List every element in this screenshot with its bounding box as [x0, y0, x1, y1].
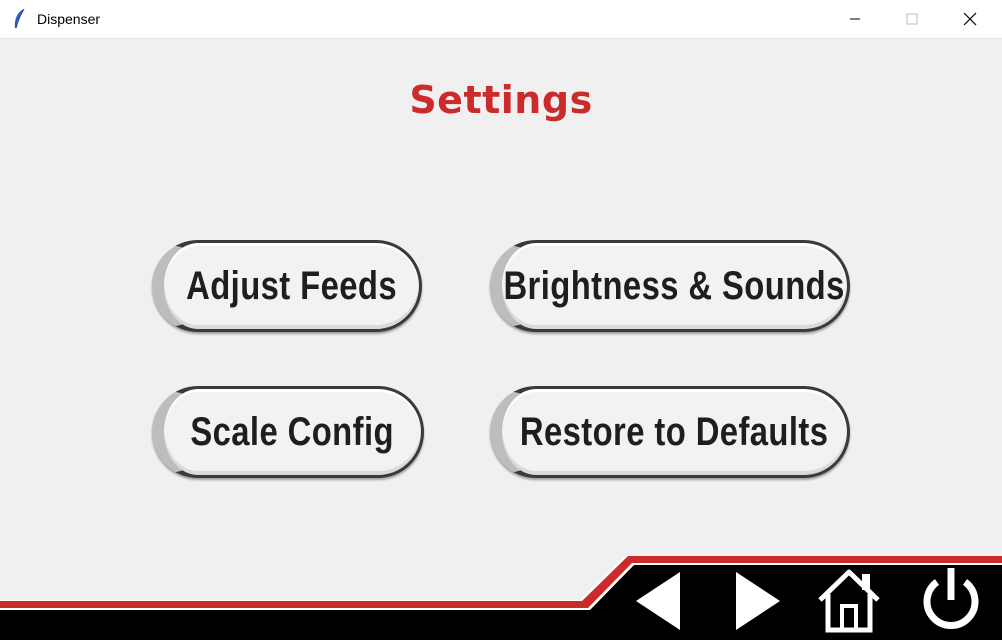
close-button[interactable] — [941, 0, 999, 38]
brightness-sounds-button[interactable]: Brightness & Sounds — [490, 240, 850, 332]
adjust-feeds-button[interactable]: Adjust Feeds — [152, 240, 422, 332]
adjust-feeds-label: Adjust Feeds — [186, 263, 397, 308]
page-title: Settings — [409, 78, 593, 122]
minimize-icon — [850, 18, 860, 20]
brightness-sounds-label: Brightness & Sounds — [503, 263, 846, 308]
minimize-button[interactable] — [826, 0, 884, 38]
power-icon[interactable] — [920, 566, 982, 632]
home-icon[interactable] — [816, 566, 882, 634]
back-arrow-icon[interactable] — [632, 570, 684, 632]
close-icon — [963, 12, 977, 26]
feather-icon — [14, 8, 25, 29]
scale-config-button[interactable]: Scale Config — [152, 386, 424, 478]
window-titlebar: Dispenser — [0, 0, 1002, 39]
scale-config-label: Scale Config — [190, 409, 395, 454]
window-title: Dispenser — [37, 11, 101, 27]
restore-defaults-label: Restore to Defaults — [520, 409, 829, 454]
maximize-icon — [906, 13, 918, 25]
restore-defaults-button[interactable]: Restore to Defaults — [490, 386, 850, 478]
forward-arrow-icon[interactable] — [732, 570, 784, 632]
maximize-button[interactable] — [883, 0, 941, 38]
